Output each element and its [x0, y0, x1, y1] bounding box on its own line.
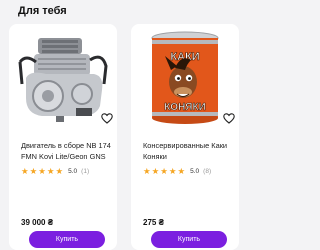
review-count[interactable]: (8) [203, 168, 211, 175]
star-icon: ★ [143, 166, 151, 176]
favorite-button[interactable] [221, 110, 237, 126]
star-icon: ★ [168, 166, 177, 176]
product-card[interactable]: Двигатель в сборе NB 174 FMN Kovi Lite/G… [9, 24, 117, 250]
rating-value: 5.0 [68, 167, 78, 175]
star-icon: ★ [46, 166, 55, 176]
product-card[interactable]: КАКИ КОНЯКИ Консервированные Каки Коняки… [131, 24, 239, 250]
star-icon: ★ [151, 166, 160, 176]
star-icon: ★ [160, 166, 168, 176]
canned-goods-image: КАКИ КОНЯКИ [151, 31, 219, 124]
favorite-button[interactable] [99, 110, 115, 126]
rating: ★ ★ ★ ★ ★ 5.0 (8) [143, 166, 211, 176]
product-name[interactable]: Консервированные Каки Коняки [143, 140, 235, 162]
product-price: 39 000 ₴ [21, 218, 54, 227]
review-count[interactable]: (1) [81, 168, 89, 175]
star-icon: ★ [21, 166, 29, 176]
buy-button[interactable]: Купить [29, 231, 105, 248]
product-price: 275 ₴ [143, 218, 164, 227]
product-image[interactable] [15, 30, 111, 126]
product-image[interactable]: КАКИ КОНЯКИ [137, 30, 233, 126]
rating: ★ ★ ★ ★ ★ 5.0 (1) [21, 166, 89, 176]
star-icon: ★ [38, 166, 46, 176]
star-icon: ★ [177, 166, 186, 176]
heart-icon [223, 112, 235, 124]
section-title: Для тебя [18, 5, 67, 17]
buy-button[interactable]: Купить [151, 231, 227, 248]
product-name[interactable]: Двигатель в сборе NB 174 FMN Kovi Lite/G… [21, 140, 113, 162]
can-label-bottom: КОНЯКИ [164, 102, 206, 113]
rating-value: 5.0 [190, 167, 200, 175]
engine-image [18, 38, 108, 122]
heart-icon [101, 112, 113, 124]
star-icon: ★ [29, 166, 38, 176]
star-icon: ★ [55, 166, 64, 176]
